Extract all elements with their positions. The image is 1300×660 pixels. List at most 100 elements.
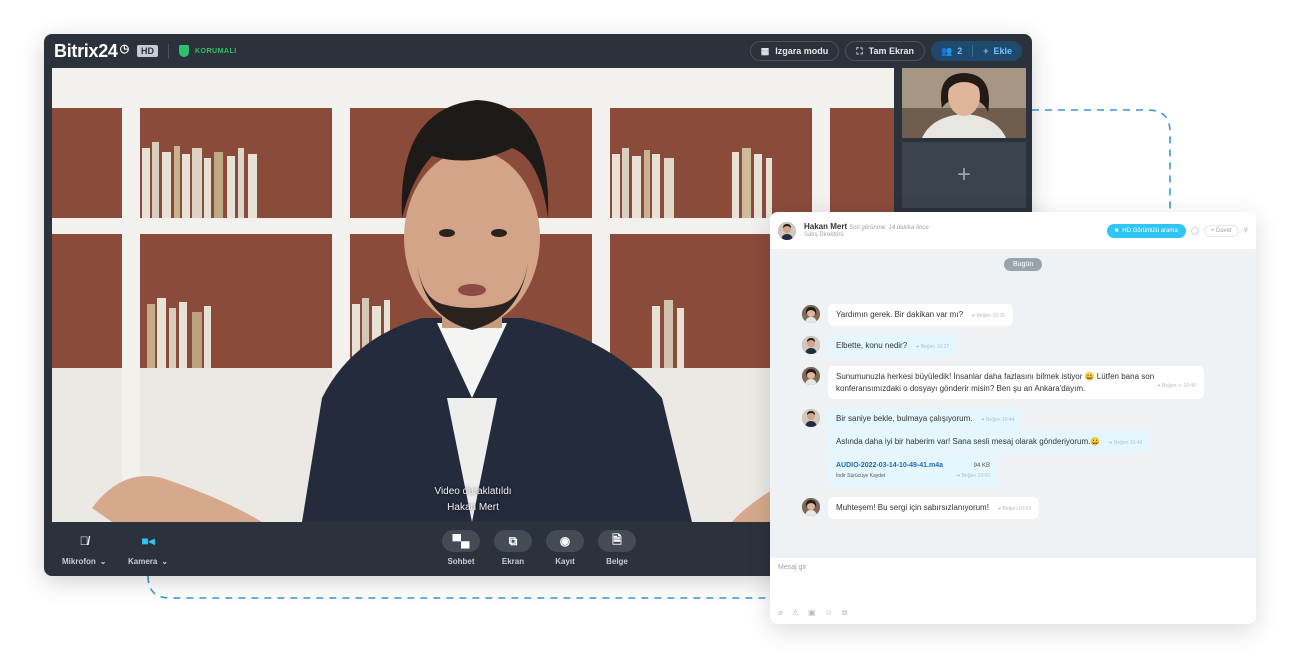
file-name[interactable]: AUDIO-2022-03-14-10-49-41.m4a: [836, 461, 990, 471]
screen-share-icon: ⧉: [494, 530, 532, 552]
file-size: 94 KB: [973, 463, 990, 469]
screen-share-button[interactable]: ⧉ Ekran: [494, 530, 532, 566]
hd-call-label: HD Görüntülü arama: [1122, 227, 1178, 234]
list-item: Muhteşem! Bu sergi için sabırsızlanıyoru…: [828, 497, 1039, 519]
shield-icon: [178, 45, 189, 57]
camera-button[interactable]: ■◂ Kamera ⌄: [128, 530, 168, 566]
chevron-down-icon: ⌄: [161, 557, 169, 566]
avatar[interactable]: [802, 336, 820, 354]
avatar[interactable]: [802, 498, 820, 516]
speaker-video-image: [52, 68, 894, 522]
message-text: Yardımın gerek. Bir dakikan var mı?: [836, 310, 964, 319]
camera-icon: ■: [1114, 227, 1119, 234]
microphone-label: Mikrofon: [62, 557, 96, 566]
contact-name[interactable]: Hakan Mert Son görünme: 14 dakika önce: [804, 222, 929, 233]
message-input-area[interactable]: Mesaj gir ⌀ ♙ ▣ ☺ ⧉: [770, 558, 1256, 624]
hd-video-call-button[interactable]: ■ HD Görüntülü arama: [1106, 223, 1186, 238]
plus-icon: +: [956, 161, 971, 188]
grid-mode-button[interactable]: ▦ Izgara modu: [749, 41, 840, 61]
camera-icon: ■◂: [141, 534, 155, 548]
plus-icon: +: [983, 46, 989, 56]
fullscreen-icon: ⛶: [856, 45, 863, 56]
avatar[interactable]: [778, 221, 796, 240]
message-text: Elbette, konu nedir?: [836, 341, 908, 350]
input-toolbar: ⌀ ♙ ▣ ☺ ⧉: [778, 608, 847, 618]
document-icon: 🗎: [598, 530, 636, 552]
chat-label: Sohbet: [447, 557, 475, 566]
date-separator: Bugün: [1004, 258, 1043, 271]
chat-window: Hakan Mert Son görünme: 14 dakika önce Sa…: [770, 212, 1256, 624]
record-label: Kayıt: [555, 557, 575, 566]
message-text: Muhteşem! Bu sergi için sabırsızlanıyoru…: [836, 503, 989, 512]
list-item: Bir saniye bekle, bulmaya çalışıyorum. ➔ …: [828, 408, 1023, 430]
message-meta[interactable]: ➔ Beğen ✔ 10:40: [1156, 383, 1196, 395]
clock-icon: ◷: [119, 42, 130, 55]
list-item: Aslında daha iyi bir haberim var! Sana s…: [828, 431, 1151, 453]
add-participant-button[interactable]: + Ekle: [973, 46, 1022, 56]
chat-button[interactable]: ▀▄ Sohbet: [442, 530, 480, 566]
list-item: Sunumunuzla herkesi büyüledik! İnsanlar …: [828, 366, 1204, 400]
message-meta[interactable]: ➔ Beğen 10:53: [997, 506, 1031, 512]
message-meta[interactable]: ➔ Beğen 10:50: [956, 473, 990, 480]
message-text: Aslında daha iyi bir haberim var! Sana s…: [836, 437, 1101, 446]
avatar[interactable]: [802, 305, 820, 323]
message-text: Bir saniye bekle, bulmaya çalışıyorum.: [836, 414, 973, 423]
speaker-name-label: Hakan Mert: [447, 502, 499, 513]
brand-logo: Bitrix24 ◷: [54, 41, 129, 62]
main-video: Video duraklatıldı Hakan Mert: [52, 68, 894, 522]
grid-mode-label: Izgara modu: [775, 46, 829, 56]
hd-badge: HD: [136, 45, 158, 57]
fullscreen-label: Tam Ekran: [868, 46, 914, 56]
search-icon[interactable]: ⚲: [1244, 227, 1248, 234]
last-seen: Son görünme: 14 dakika önce: [849, 224, 929, 231]
call-options-icon[interactable]: [1190, 226, 1199, 235]
participants-button[interactable]: 👥 2: [931, 46, 972, 57]
audio-file-message[interactable]: AUDIO-2022-03-14-10-49-41.m4a 94 KB İndi…: [828, 456, 998, 488]
secure-indicator: KORUMALI: [178, 45, 237, 57]
avatar[interactable]: [802, 409, 820, 427]
emoji-icon[interactable]: ☺: [825, 608, 833, 618]
document-button[interactable]: 🗎 Belge: [598, 530, 636, 566]
microphone-button[interactable]: 🎙̸ Mikrofon ⌄: [62, 530, 106, 566]
secure-label: KORUMALI: [194, 47, 237, 55]
contact-icon[interactable]: ♙: [792, 608, 799, 618]
message-meta[interactable]: ➔ Beğen 10:48: [1108, 440, 1142, 446]
chat-header: Hakan Mert Son görünme: 14 dakika önce Sa…: [770, 212, 1256, 250]
participant-video-image: [902, 68, 1026, 138]
list-item: Yardımın gerek. Bir dakikan var mı? ➔ Beğ…: [828, 304, 1013, 326]
contact-role: Satış Direktörü: [804, 232, 844, 238]
attachment-icon[interactable]: ⌀: [778, 608, 783, 618]
record-icon: ◉: [546, 530, 584, 552]
participants-count: 2: [957, 46, 963, 56]
message-text: konferansımızdaki o dosyayı gönderir mis…: [836, 383, 1086, 393]
fullscreen-button[interactable]: ⛶ Tam Ekran: [845, 41, 925, 61]
chevron-down-icon: ⌄: [99, 557, 107, 566]
users-icon: 👥: [940, 45, 953, 56]
record-button[interactable]: ◉ Kayıt: [546, 530, 584, 566]
screen-label: Ekran: [501, 557, 525, 566]
camera-label: Kamera: [128, 557, 158, 566]
message-meta[interactable]: ➔ Beğen 10:36: [971, 313, 1005, 319]
add-label: Ekle: [993, 46, 1012, 56]
participants-group: 👥 2 + Ekle: [930, 41, 1022, 61]
chat-messages: Bugün Yardımın gerek. Bir dakikan var mı…: [770, 250, 1256, 558]
participant-thumbnail[interactable]: [902, 68, 1026, 138]
divider: [167, 44, 169, 58]
call-topbar: Bitrix24 ◷ HD KORUMALI ▦ Izgara modu ⛶ T…: [44, 34, 1032, 68]
chat-icon: ▀▄: [442, 530, 480, 552]
list-item: Elbette, konu nedir? ➔ Beğen 10:37: [828, 335, 958, 357]
calendar-icon[interactable]: ▣: [808, 608, 816, 618]
document-label: Belge: [606, 557, 628, 566]
stage: Bitrix24 ◷ HD KORUMALI ▦ Izgara modu ⛶ T…: [0, 0, 1300, 660]
file-actions[interactable]: İndir Sürücüye Kaydet: [836, 473, 885, 480]
avatar[interactable]: [802, 367, 820, 385]
message-meta[interactable]: ➔ Beğen 10:44: [981, 417, 1015, 423]
video-paused-text: Video duraklatıldı: [434, 486, 512, 497]
invite-button[interactable]: + Davet: [1203, 224, 1239, 237]
screenshot-icon[interactable]: ⧉: [842, 608, 848, 618]
grid-icon: ▦: [760, 45, 770, 56]
message-input[interactable]: Mesaj gir: [778, 564, 806, 571]
message-meta[interactable]: ➔ Beğen 10:37: [915, 344, 949, 350]
brand-name: Bitrix24: [54, 40, 118, 61]
add-participant-tile[interactable]: +: [902, 142, 1026, 208]
